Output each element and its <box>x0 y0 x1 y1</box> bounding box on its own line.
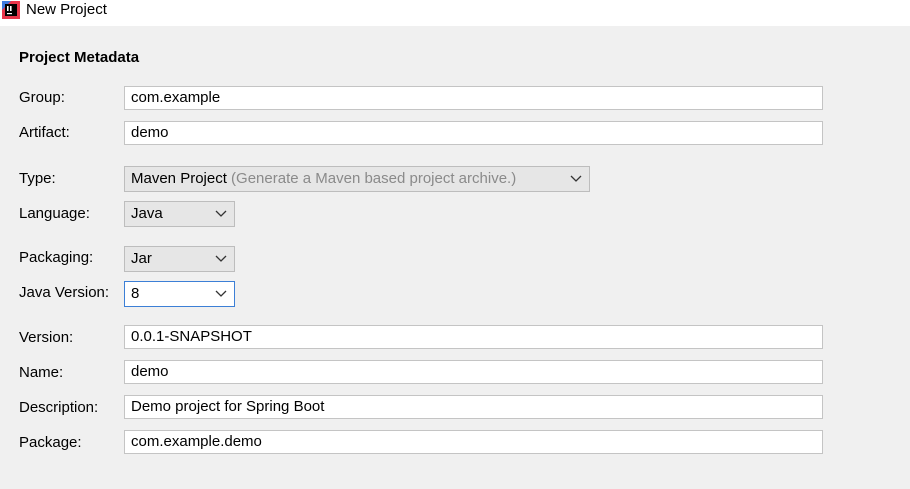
chevron-down-icon <box>570 175 582 182</box>
title-bar: New Project <box>0 0 910 26</box>
chevron-down-icon <box>215 290 227 297</box>
type-dropdown[interactable]: Maven Project (Generate a Maven based pr… <box>124 166 590 192</box>
version-input[interactable]: 0.0.1-SNAPSHOT <box>124 325 823 349</box>
chevron-down-icon <box>215 210 227 217</box>
language-label: Language: <box>19 205 90 222</box>
java-version-label: Java Version: <box>19 284 110 301</box>
version-label: Version: <box>19 329 74 346</box>
section-title: Project Metadata <box>19 49 140 66</box>
type-value: Maven Project <box>131 170 227 187</box>
java-version-dropdown[interactable]: 8 <box>124 281 235 307</box>
package-label: Package: <box>19 434 82 451</box>
intellij-app-icon <box>2 1 20 19</box>
java-version-value: 8 <box>131 285 140 302</box>
group-input[interactable]: com.example <box>124 86 823 110</box>
packaging-value: Jar <box>131 250 152 267</box>
description-input[interactable]: Demo project for Spring Boot <box>124 395 823 419</box>
group-label: Group: <box>19 89 65 106</box>
description-label: Description: <box>19 399 99 416</box>
artifact-label: Artifact: <box>19 124 70 141</box>
name-label: Name: <box>19 364 64 381</box>
artifact-input[interactable]: demo <box>124 121 823 145</box>
type-hint: (Generate a Maven based project archive.… <box>231 170 517 187</box>
type-label: Type: <box>19 170 56 187</box>
name-input[interactable]: demo <box>124 360 823 384</box>
chevron-down-icon <box>215 255 227 262</box>
packaging-dropdown[interactable]: Jar <box>124 246 235 272</box>
window-title: New Project <box>26 1 107 18</box>
package-input[interactable]: com.example.demo <box>124 430 823 454</box>
language-value: Java <box>131 205 163 222</box>
packaging-label: Packaging: <box>19 249 94 266</box>
language-dropdown[interactable]: Java <box>124 201 235 227</box>
